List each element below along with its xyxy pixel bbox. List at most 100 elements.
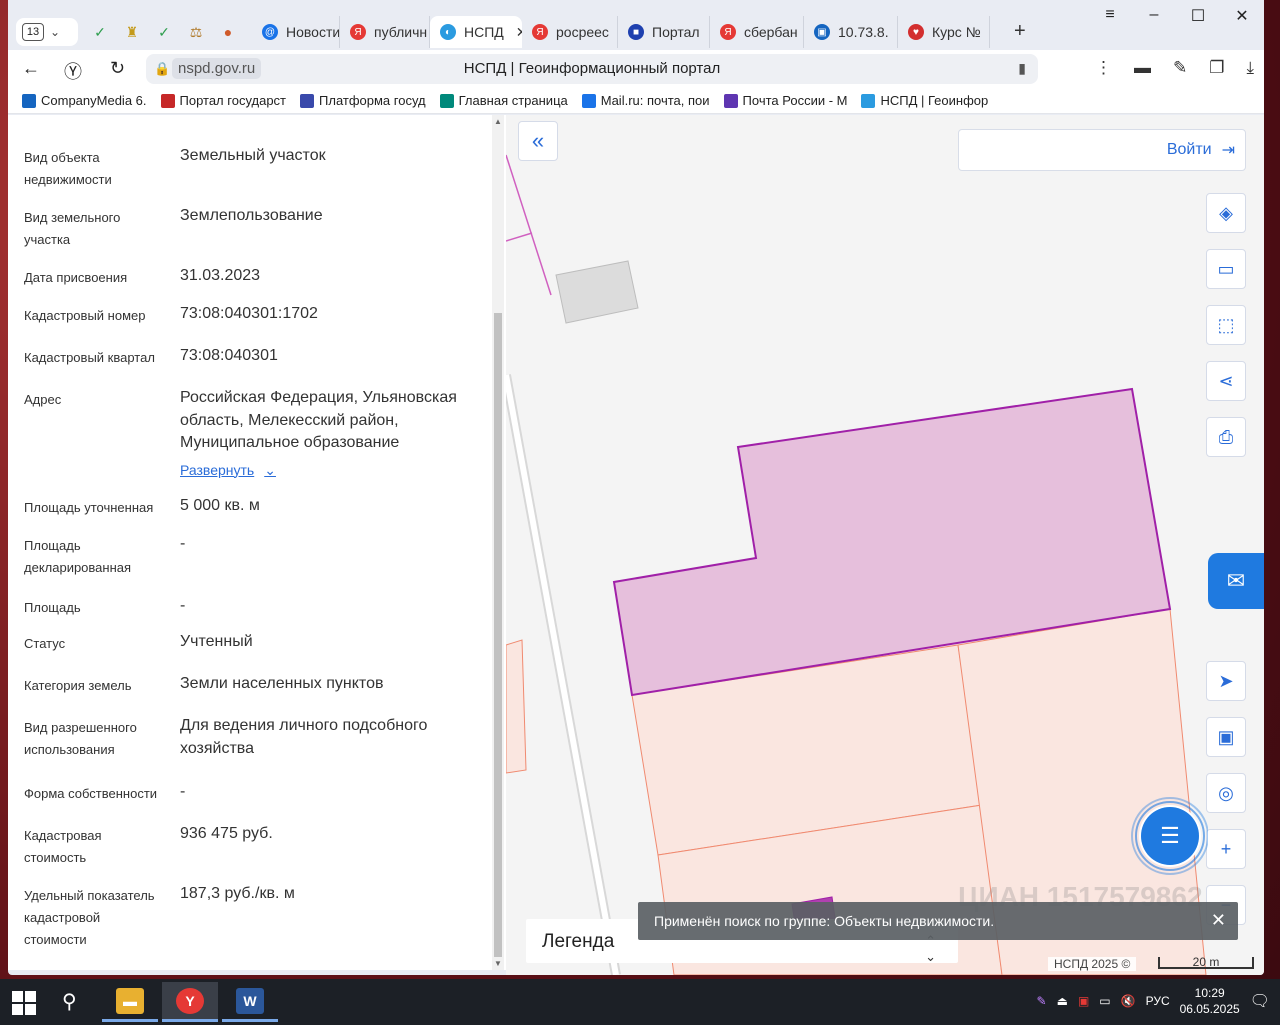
property-value-text: 5 000 кв. м bbox=[180, 497, 260, 514]
bookmark-item[interactable]: Платформа госуд bbox=[300, 93, 440, 108]
notifications-icon[interactable]: 🗨 bbox=[1250, 991, 1270, 1011]
tab[interactable]: Ясбербан bbox=[710, 16, 804, 48]
property-label: Площадь bbox=[24, 600, 81, 615]
pinned-check-icon[interactable]: ✓ bbox=[88, 20, 112, 44]
scale-bar: 20 m bbox=[1158, 956, 1254, 969]
collapse-panel-button[interactable]: « bbox=[518, 121, 558, 161]
bookmark-item[interactable]: CompanyMedia 6. bbox=[22, 93, 161, 108]
bookmark-favicon bbox=[439, 93, 454, 108]
reload-button[interactable]: ↻ bbox=[110, 58, 125, 79]
parcel bbox=[506, 639, 527, 774]
measure-button[interactable]: ▭ bbox=[1206, 249, 1246, 289]
extension-icon[interactable]: ✎ bbox=[1173, 58, 1187, 78]
tab-count-button[interactable]: 13 ⌄ bbox=[16, 18, 78, 46]
bookmark-icon[interactable]: ▮ bbox=[1018, 60, 1026, 77]
tab-label: публичн bbox=[374, 24, 428, 40]
tab[interactable]: ♥ Курс № bbox=[898, 16, 990, 48]
property-value: Для ведения личного подсобного хозяйства bbox=[180, 715, 480, 760]
bookmark-item[interactable]: Главная страница bbox=[439, 93, 582, 108]
property-value: - bbox=[180, 781, 480, 804]
chevron-down-icon: ⌄ bbox=[50, 25, 61, 39]
close-window-button[interactable]: ✕ bbox=[1220, 6, 1264, 26]
print-icon: ⎙ bbox=[1218, 426, 1234, 447]
clock[interactable]: 10:29 06.05.2025 bbox=[1180, 985, 1240, 1017]
pinned-emblem-icon[interactable]: ♜ bbox=[120, 20, 144, 44]
bookmark-item[interactable]: Почта России - М bbox=[723, 93, 862, 108]
tab[interactable]: ▣ 10.73.8. bbox=[804, 16, 898, 48]
pinned-check-icon[interactable]: ✓ bbox=[152, 20, 176, 44]
locate-icon: ◎ bbox=[1218, 782, 1234, 803]
tab-label: Новости bbox=[286, 24, 340, 40]
language-indicator[interactable]: РУС bbox=[1146, 994, 1170, 1008]
property-label: Категория земель bbox=[24, 678, 132, 693]
collections-icon[interactable]: ❐ bbox=[1209, 58, 1224, 78]
maximize-button[interactable]: ☐ bbox=[1176, 6, 1220, 26]
property-value-text: Земельный участок bbox=[180, 147, 326, 164]
scroll-down-icon[interactable]: ▼ bbox=[494, 959, 502, 968]
expand-address-link[interactable]: Развернуть ⌄ bbox=[180, 459, 276, 482]
volume-muted-icon[interactable]: 🔇 bbox=[1121, 994, 1136, 1008]
select-area-button[interactable]: ⬚ bbox=[1206, 305, 1246, 345]
explorer-taskbar-button[interactable]: ▬ bbox=[102, 982, 158, 1022]
toast-notification: Применён поиск по группе: Объекты недвиж… bbox=[638, 902, 1238, 940]
layers-icon: ◈ bbox=[1219, 202, 1233, 223]
back-button[interactable]: ← bbox=[22, 58, 40, 79]
tab[interactable]: @ Новости bbox=[252, 16, 340, 48]
property-value-text: 31.03.2023 bbox=[180, 267, 261, 284]
scroll-up-icon[interactable]: ▲ bbox=[494, 117, 502, 126]
tab[interactable]: ◐ НСПД ✕ bbox=[430, 16, 522, 48]
tab[interactable]: Яросреес bbox=[522, 16, 618, 48]
pen-icon[interactable]: ✎ bbox=[1037, 994, 1047, 1008]
search-icon[interactable]: ⚲ bbox=[62, 989, 77, 1014]
scroll-thumb[interactable] bbox=[494, 313, 502, 957]
more-menu-icon[interactable]: ⋮ bbox=[1095, 58, 1112, 78]
new-tab-button[interactable]: + bbox=[1014, 20, 1026, 43]
bookmark-item[interactable]: Mail.ru: почта, пои bbox=[581, 93, 724, 108]
layers-button[interactable]: ◈ bbox=[1206, 193, 1246, 233]
page-content: Вид объекта недвижимости Земельный участо… bbox=[8, 115, 1264, 975]
chat-bubble-icon: ✉ bbox=[1226, 568, 1246, 593]
acrobat-icon[interactable]: ▣ bbox=[1078, 994, 1089, 1008]
area-select-icon: ⬚ bbox=[1217, 314, 1235, 335]
lock-icon[interactable]: 🔒 bbox=[154, 61, 170, 77]
bookmark-item[interactable]: НСПД | Геоинфор bbox=[861, 93, 1002, 108]
clock-time: 10:29 bbox=[1194, 986, 1225, 1000]
url-text[interactable]: nspd.gov.ru bbox=[172, 58, 262, 79]
chat-lines-icon: ☰ bbox=[1141, 807, 1199, 865]
property-value: Земельный участок bbox=[180, 145, 480, 168]
tab[interactable]: ■ Портал bbox=[618, 16, 710, 48]
pinned-globe-icon[interactable]: ● bbox=[216, 20, 240, 44]
downloads-icon[interactable]: ⤓ bbox=[1246, 58, 1254, 78]
network-icon[interactable]: ▭ bbox=[1099, 994, 1110, 1008]
login-button[interactable]: Войти ⇥ bbox=[958, 129, 1246, 171]
menu-icon[interactable]: ≡ bbox=[1088, 6, 1132, 26]
map-view[interactable]: « Войти ⇥ ◈ ▭ ⬚ ⋖ ⎙ ✉ ➤ ▣ ◎ + − ☰ bbox=[506, 115, 1264, 975]
usb-icon[interactable]: ⏏ bbox=[1057, 994, 1068, 1008]
zoom-in-button[interactable]: + bbox=[1206, 829, 1246, 869]
tab-favicon: Я bbox=[532, 24, 548, 40]
property-value-text: - bbox=[180, 535, 186, 552]
chat-button[interactable]: ☰ bbox=[1128, 795, 1208, 875]
tab-label: сбербан bbox=[744, 24, 798, 40]
yandex-browser-taskbar-button[interactable]: Y bbox=[162, 982, 218, 1022]
pinned-scales-icon[interactable]: ⚖ bbox=[184, 20, 208, 44]
start-button[interactable] bbox=[12, 991, 36, 1015]
close-toast-button[interactable]: ✕ bbox=[1211, 910, 1226, 931]
bookmark-favicon bbox=[861, 93, 876, 108]
geolocation-button[interactable]: ➤ bbox=[1206, 661, 1246, 701]
tab[interactable]: Япубличн bbox=[340, 16, 430, 48]
share-button[interactable]: ⋖ bbox=[1206, 361, 1246, 401]
minimize-button[interactable]: – bbox=[1132, 6, 1176, 26]
extension-icon[interactable]: ▬ bbox=[1134, 58, 1151, 78]
feedback-widget[interactable]: ✉ bbox=[1208, 553, 1264, 609]
tab-favicon: Я bbox=[350, 24, 366, 40]
panel-scrollbar[interactable]: ▲ ▼ bbox=[492, 115, 504, 970]
locate-button[interactable]: ◎ bbox=[1206, 773, 1246, 813]
print-button[interactable]: ⎙ bbox=[1206, 417, 1246, 457]
address-field[interactable]: НСПД | Геоинформационный портал 🔒 nspd.g… bbox=[146, 54, 1038, 84]
property-value: Землепользование bbox=[180, 205, 480, 228]
minimap-button[interactable]: ▣ bbox=[1206, 717, 1246, 757]
yandex-home-icon[interactable]: Ⓨ bbox=[64, 58, 82, 84]
word-taskbar-button[interactable]: W bbox=[222, 982, 278, 1022]
bookmark-item[interactable]: Портал государст bbox=[160, 93, 301, 108]
